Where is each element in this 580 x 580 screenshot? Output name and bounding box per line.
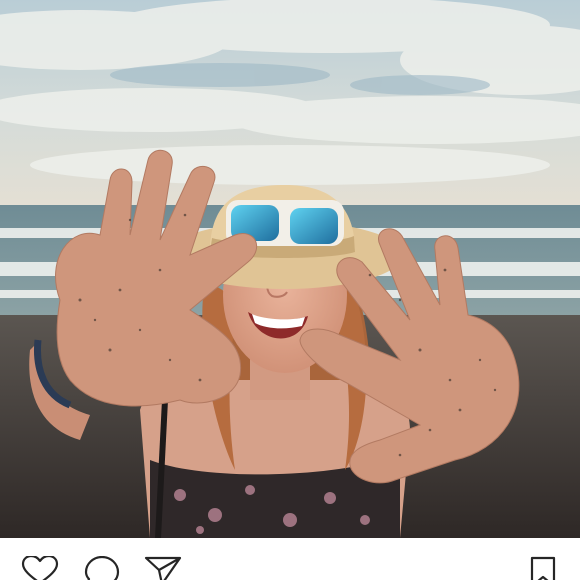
save-button[interactable] bbox=[524, 556, 564, 580]
post bbox=[0, 0, 580, 580]
share-button[interactable] bbox=[144, 556, 184, 580]
like-button[interactable] bbox=[20, 556, 60, 580]
bookmark-icon bbox=[530, 556, 556, 580]
paper-plane-icon bbox=[144, 556, 182, 580]
post-action-bar bbox=[0, 538, 580, 580]
beach-selfie-image bbox=[0, 0, 580, 538]
post-photo[interactable] bbox=[0, 0, 580, 538]
heart-icon bbox=[21, 556, 59, 580]
comment-bubble-icon bbox=[84, 556, 120, 580]
comment-button[interactable] bbox=[82, 556, 122, 580]
